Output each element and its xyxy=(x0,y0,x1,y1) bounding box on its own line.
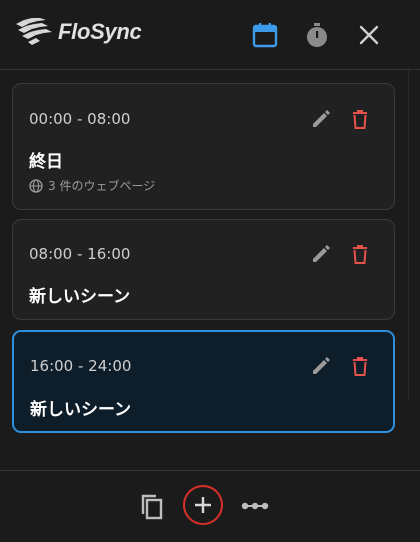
calendar-icon xyxy=(252,23,278,48)
delete-button[interactable] xyxy=(349,355,371,377)
scene-card[interactable]: 08:00 - 16:00 新しいシーン xyxy=(12,219,395,320)
timer-button[interactable] xyxy=(304,22,330,48)
scene-title: 終日 xyxy=(29,152,63,172)
edit-button[interactable] xyxy=(310,108,332,130)
more-icon xyxy=(241,502,269,510)
scene-pages: 3 件のウェブページ xyxy=(29,177,155,194)
more-button[interactable] xyxy=(241,495,269,517)
footer-toolbar xyxy=(0,470,420,542)
delete-button[interactable] xyxy=(349,108,371,130)
app-header: FloSync xyxy=(0,0,420,70)
scene-title: 新しいシーン xyxy=(30,400,132,420)
scene-time: 08:00 - 16:00 xyxy=(29,245,131,263)
close-icon xyxy=(359,25,379,45)
flosync-logo-icon xyxy=(16,18,52,45)
globe-icon xyxy=(29,178,43,193)
scene-time: 00:00 - 08:00 xyxy=(29,110,131,128)
trash-icon xyxy=(353,110,367,129)
trash-icon xyxy=(353,245,367,264)
app-logo: FloSync xyxy=(14,18,142,46)
scene-card-active[interactable]: 16:00 - 24:00 新しいシーン xyxy=(12,330,395,433)
scene-title: 新しいシーン xyxy=(29,287,131,307)
close-button[interactable] xyxy=(356,22,382,48)
pencil-icon xyxy=(313,110,330,127)
add-icon xyxy=(195,497,211,513)
add-button[interactable] xyxy=(183,485,223,525)
copy-button[interactable] xyxy=(138,491,166,523)
timer-icon xyxy=(307,23,327,47)
app-name: FloSync xyxy=(58,19,142,44)
delete-button[interactable] xyxy=(349,243,371,265)
scroll-track xyxy=(408,70,409,400)
scene-pages-label: 3 件のウェブページ xyxy=(48,179,156,193)
edit-button[interactable] xyxy=(310,243,332,265)
calendar-button[interactable] xyxy=(252,22,278,48)
pencil-icon xyxy=(313,357,330,374)
edit-button[interactable] xyxy=(310,355,332,377)
scene-time: 16:00 - 24:00 xyxy=(30,357,132,375)
trash-icon xyxy=(353,357,367,376)
copy-icon xyxy=(141,494,163,520)
scene-card[interactable]: 00:00 - 08:00 終日 3 件のウェブページ xyxy=(12,83,395,210)
pencil-icon xyxy=(313,245,330,262)
